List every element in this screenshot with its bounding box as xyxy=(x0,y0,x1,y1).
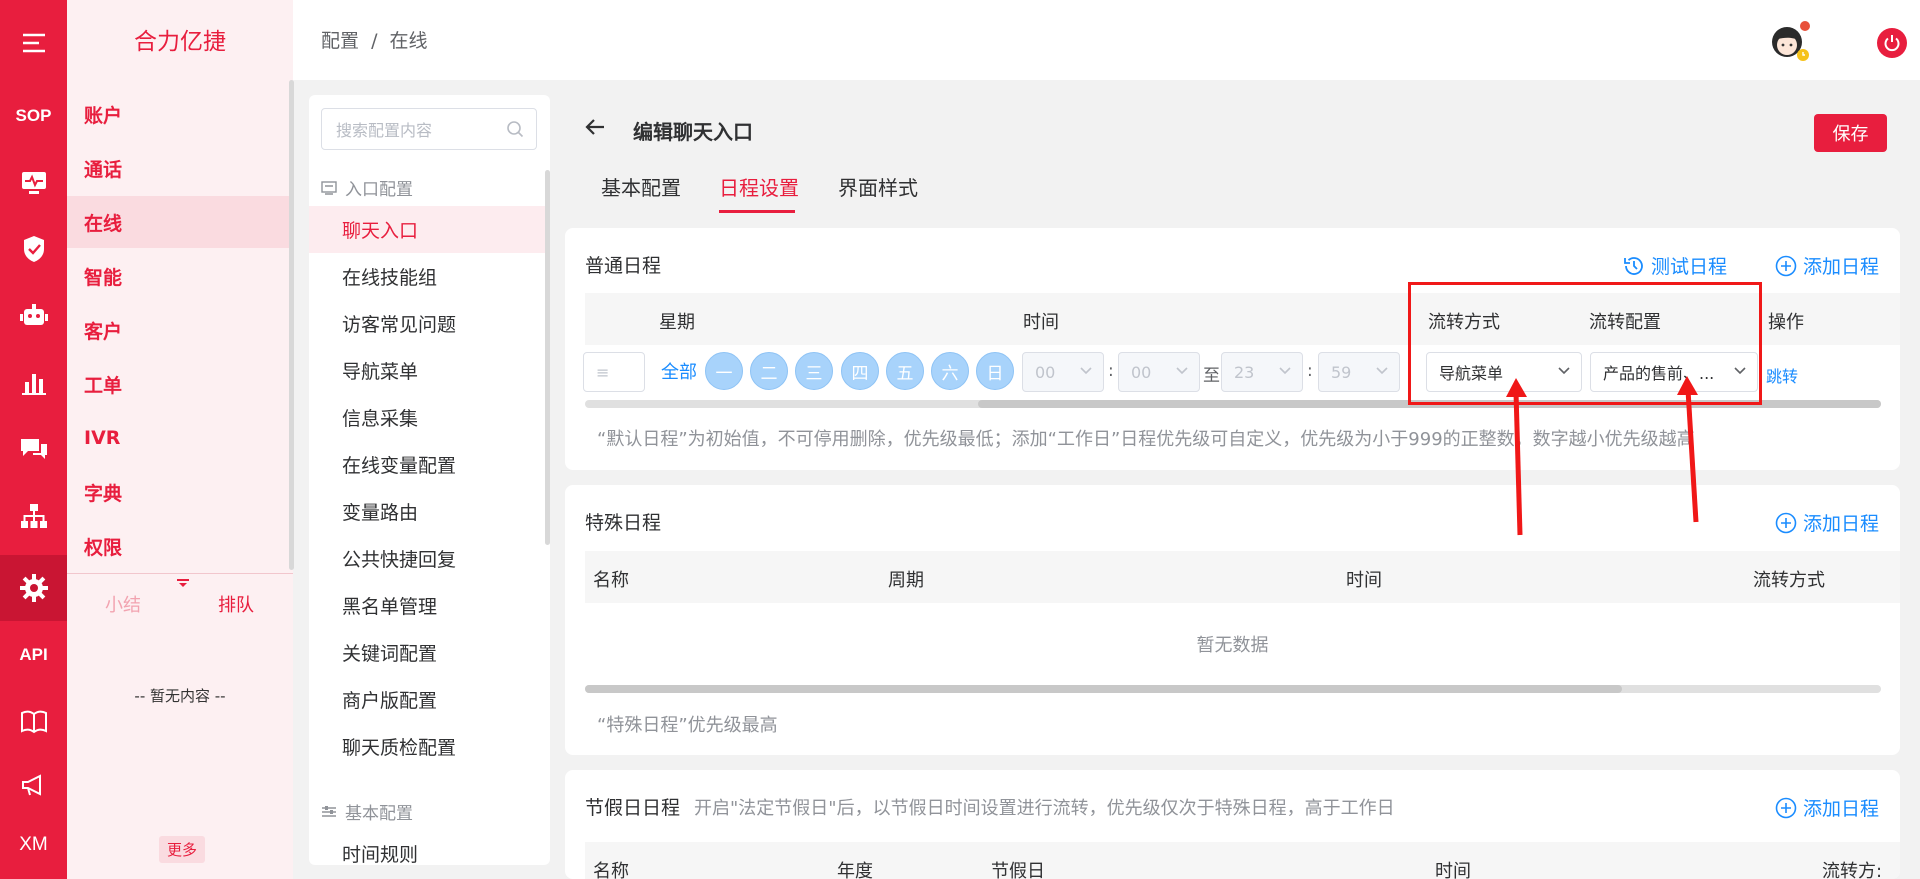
annotation-arrow-right xyxy=(1685,389,1699,523)
annotation-arrow-left xyxy=(1513,391,1523,536)
annotation-arrows xyxy=(1506,376,1699,536)
